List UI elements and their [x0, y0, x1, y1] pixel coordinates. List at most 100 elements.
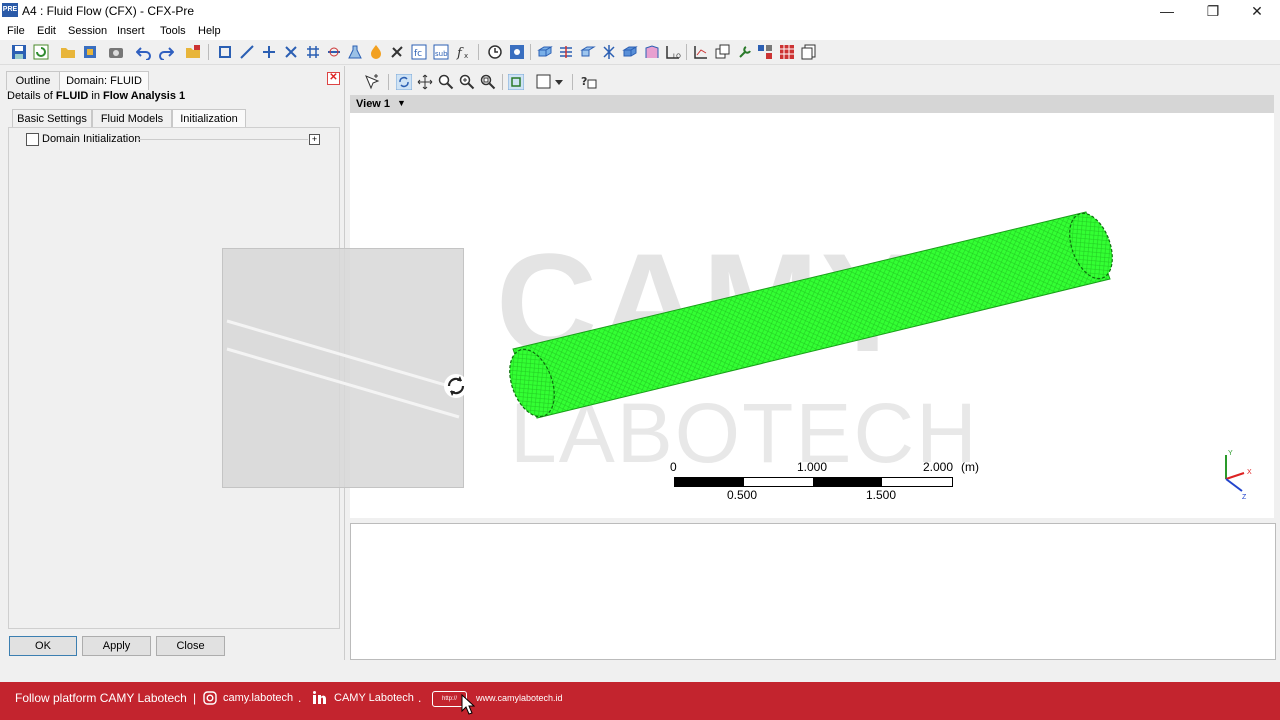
point-icon[interactable] [261, 44, 277, 60]
close-tab-icon[interactable]: ✕ [327, 72, 340, 85]
camera-icon[interactable] [108, 44, 124, 60]
tab-fluid-models[interactable]: Fluid Models [92, 109, 172, 128]
menu-insert[interactable]: Insert [117, 25, 145, 37]
copy-window-icon[interactable] [715, 44, 731, 60]
report-icon[interactable] [801, 44, 817, 60]
fit-view-icon[interactable] [508, 74, 524, 90]
volume-icon[interactable] [622, 44, 638, 60]
tab-initialization[interactable]: Initialization [172, 109, 246, 128]
rotate-icon[interactable] [396, 74, 412, 90]
refresh-icon[interactable] [33, 44, 49, 60]
boundary-icon[interactable] [283, 44, 299, 60]
zoom-box-icon[interactable] [459, 74, 475, 90]
mouse-cursor-icon [461, 694, 475, 715]
domain-icon[interactable] [217, 44, 233, 60]
scale-label-0: 0 [670, 460, 677, 474]
pipe-mesh [509, 211, 1113, 419]
interface-icon[interactable] [326, 44, 342, 60]
edit-folder-icon[interactable] [185, 44, 201, 60]
footer-dot: . [298, 691, 302, 705]
wrench-icon[interactable] [737, 44, 753, 60]
instagram-handle: camy.labotech [223, 692, 294, 704]
footer-separator: | [193, 691, 197, 705]
streamline-icon[interactable] [558, 44, 574, 60]
clock-icon[interactable] [487, 44, 503, 60]
open-folder-icon[interactable] [60, 44, 76, 60]
table-icon[interactable] [779, 44, 795, 60]
flask-icon[interactable] [347, 44, 363, 60]
contour-icon[interactable] [644, 44, 660, 60]
zoom-icon[interactable] [438, 74, 454, 90]
menu-file[interactable]: File [7, 25, 25, 37]
svg-text:fc: fc [414, 49, 422, 59]
chart-axis-icon[interactable]: LO [665, 44, 681, 60]
undo-icon[interactable] [136, 44, 152, 60]
zoom-fit-icon[interactable] [480, 74, 496, 90]
menu-edit[interactable]: Edit [37, 25, 56, 37]
vector-icon[interactable] [601, 44, 617, 60]
chevron-down-icon[interactable] [554, 74, 564, 90]
menu-session[interactable]: Session [68, 25, 107, 37]
tab-basic-settings[interactable]: Basic Settings [12, 109, 92, 128]
rotate-cursor-icon [444, 374, 468, 398]
tab-outline[interactable]: Outline [6, 71, 60, 90]
apply-button[interactable]: Apply [82, 636, 151, 656]
linkedin-icon [313, 691, 326, 704]
subroutine-icon[interactable]: sub [433, 44, 449, 60]
plane-icon[interactable] [537, 44, 553, 60]
footer-banner: Follow platform CAMY Labotech | camy.lab… [0, 682, 1280, 720]
svg-text:sub: sub [435, 50, 448, 58]
menu-help[interactable]: Help [198, 25, 221, 37]
view-caret-icon[interactable]: ▼ [397, 98, 406, 108]
scale-label-2: 2.000 [923, 460, 954, 474]
website-link[interactable]: www.camylabotech.id [476, 693, 563, 703]
minimize-button[interactable]: — [1144, 0, 1190, 22]
view-header [350, 95, 1274, 113]
domain-initialization-checkbox[interactable] [26, 133, 39, 146]
line-icon[interactable] [239, 44, 255, 60]
import-icon[interactable] [82, 44, 98, 60]
select-cursor-icon[interactable] [364, 74, 380, 90]
svg-text:x: x [464, 52, 468, 60]
axis-x-label: X [1247, 469, 1252, 476]
ok-button[interactable]: OK [9, 636, 77, 656]
expand-icon[interactable]: + [309, 134, 320, 145]
group-divider [138, 139, 308, 140]
isosurface-icon[interactable] [580, 44, 596, 60]
restore-button[interactable]: ❐ [1190, 0, 1236, 22]
flame-icon[interactable] [368, 44, 384, 60]
domain-initialization-label: Domain Initialization [42, 133, 141, 145]
pan-icon[interactable] [417, 74, 433, 90]
scale-label-1: 1.000 [797, 460, 828, 474]
instagram-icon [203, 691, 217, 705]
grid-layout-icon[interactable] [757, 44, 773, 60]
output-pane[interactable] [350, 523, 1276, 660]
scale-bar [674, 477, 953, 487]
save-icon[interactable] [11, 44, 27, 60]
mesh-icon[interactable] [305, 44, 321, 60]
linkedin-name: CAMY Labotech [334, 692, 414, 704]
close-window-button[interactable]: ✕ [1234, 0, 1280, 22]
viewport-layout-icon[interactable] [536, 74, 552, 90]
viewer-toolbar: ? [350, 70, 1280, 94]
3d-viewport[interactable]: CAMY LABOTECH 0 1.000 2.000 (m) 0.500 1.… [350, 113, 1274, 518]
axis-y-label: Y [1228, 450, 1233, 457]
svg-text:LO: LO [673, 53, 681, 60]
help-pointer-icon[interactable]: ? [581, 74, 597, 90]
menu-tools[interactable]: Tools [160, 25, 186, 37]
svg-text:?: ? [581, 75, 587, 88]
tab-domain-fluid[interactable]: Domain: FLUID [59, 71, 149, 90]
redo-icon[interactable] [158, 44, 174, 60]
plot-icon[interactable] [693, 44, 709, 60]
transform-icon[interactable] [389, 44, 405, 60]
close-button[interactable]: Close [156, 636, 225, 656]
rotate-preview-overlay [222, 248, 464, 488]
menu-bar: File Edit Session Insert Tools Help [0, 22, 1280, 40]
details-heading: Details of FLUID in Flow Analysis 1 [7, 90, 186, 102]
scale-unit: (m) [961, 460, 979, 474]
main-toolbar: fc sub fx LO [0, 40, 1280, 65]
view-selector[interactable]: View 1 [356, 98, 390, 110]
solver-control-icon[interactable] [509, 44, 525, 60]
expression-icon[interactable]: fc [411, 44, 427, 60]
function-icon[interactable]: fx [455, 44, 471, 60]
